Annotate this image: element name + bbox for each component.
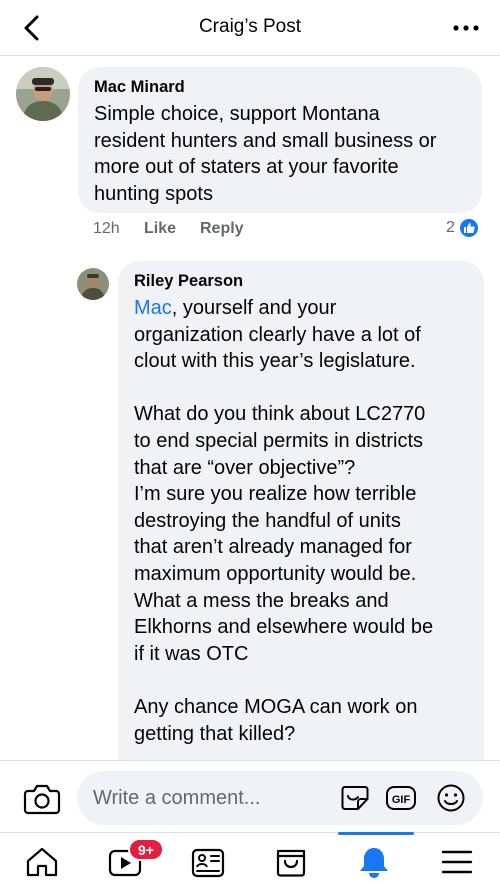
news-icon bbox=[191, 848, 225, 878]
tab-menu[interactable] bbox=[415, 833, 498, 890]
camera-icon bbox=[23, 784, 61, 815]
page-title: Craig’s Post bbox=[198, 16, 302, 37]
reply-text: Mac, yourself and your organization clea… bbox=[134, 295, 468, 747]
tab-news[interactable] bbox=[166, 833, 249, 890]
reaction-count: 2 bbox=[446, 219, 455, 236]
bell-icon bbox=[360, 848, 388, 878]
person-photo-icon bbox=[77, 268, 109, 300]
tab-notifications[interactable] bbox=[332, 833, 415, 890]
reply-button[interactable]: Reply bbox=[200, 220, 244, 238]
svg-text:GIF: GIF bbox=[392, 794, 411, 806]
gif-icon: GIF bbox=[386, 786, 416, 810]
reply-author[interactable]: Riley Pearson bbox=[134, 272, 468, 291]
avatar[interactable] bbox=[77, 268, 109, 300]
more-options-button[interactable] bbox=[452, 14, 480, 42]
comment-timestamp: 12h bbox=[93, 220, 120, 237]
comment-field[interactable]: GIF bbox=[77, 771, 483, 825]
emoji-button[interactable] bbox=[435, 783, 467, 813]
like-button[interactable]: Like bbox=[144, 220, 176, 238]
comment-input[interactable] bbox=[93, 771, 333, 825]
marketplace-icon bbox=[276, 849, 306, 877]
comment-bubble[interactable]: Mac Minard Simple choice, support Montan… bbox=[78, 67, 482, 213]
avatar-sticker-button[interactable] bbox=[339, 783, 371, 813]
camera-button[interactable] bbox=[22, 781, 62, 817]
notification-badge: 9+ bbox=[128, 838, 164, 861]
thumbs-up-icon bbox=[458, 218, 479, 238]
avatar[interactable] bbox=[16, 67, 70, 121]
more-dots-icon bbox=[453, 25, 479, 31]
home-icon bbox=[26, 847, 58, 877]
sticker-icon bbox=[341, 786, 369, 810]
comment-author[interactable]: Mac Minard bbox=[94, 78, 466, 97]
smiley-icon bbox=[437, 784, 465, 812]
tab-home[interactable] bbox=[0, 833, 83, 890]
post-header: Craig’s Post bbox=[0, 0, 500, 56]
gif-button[interactable]: GIF bbox=[385, 783, 417, 813]
reply-bubble[interactable]: Riley Pearson Mac, yourself and your org… bbox=[118, 261, 484, 801]
comment-meta: 12h Like Reply bbox=[93, 220, 313, 242]
comment-text: Simple choice, support Montana resident … bbox=[94, 103, 437, 205]
bottom-tab-bar: 9+ bbox=[0, 832, 500, 890]
reaction-summary[interactable]: 2 bbox=[446, 218, 479, 238]
comment-composer: GIF bbox=[0, 760, 500, 832]
tab-marketplace[interactable] bbox=[249, 833, 332, 890]
person-photo-icon bbox=[16, 67, 70, 121]
reply-body: , yourself and your organization clearly… bbox=[134, 297, 434, 745]
menu-icon bbox=[441, 850, 473, 874]
mention-link[interactable]: Mac bbox=[134, 297, 172, 319]
